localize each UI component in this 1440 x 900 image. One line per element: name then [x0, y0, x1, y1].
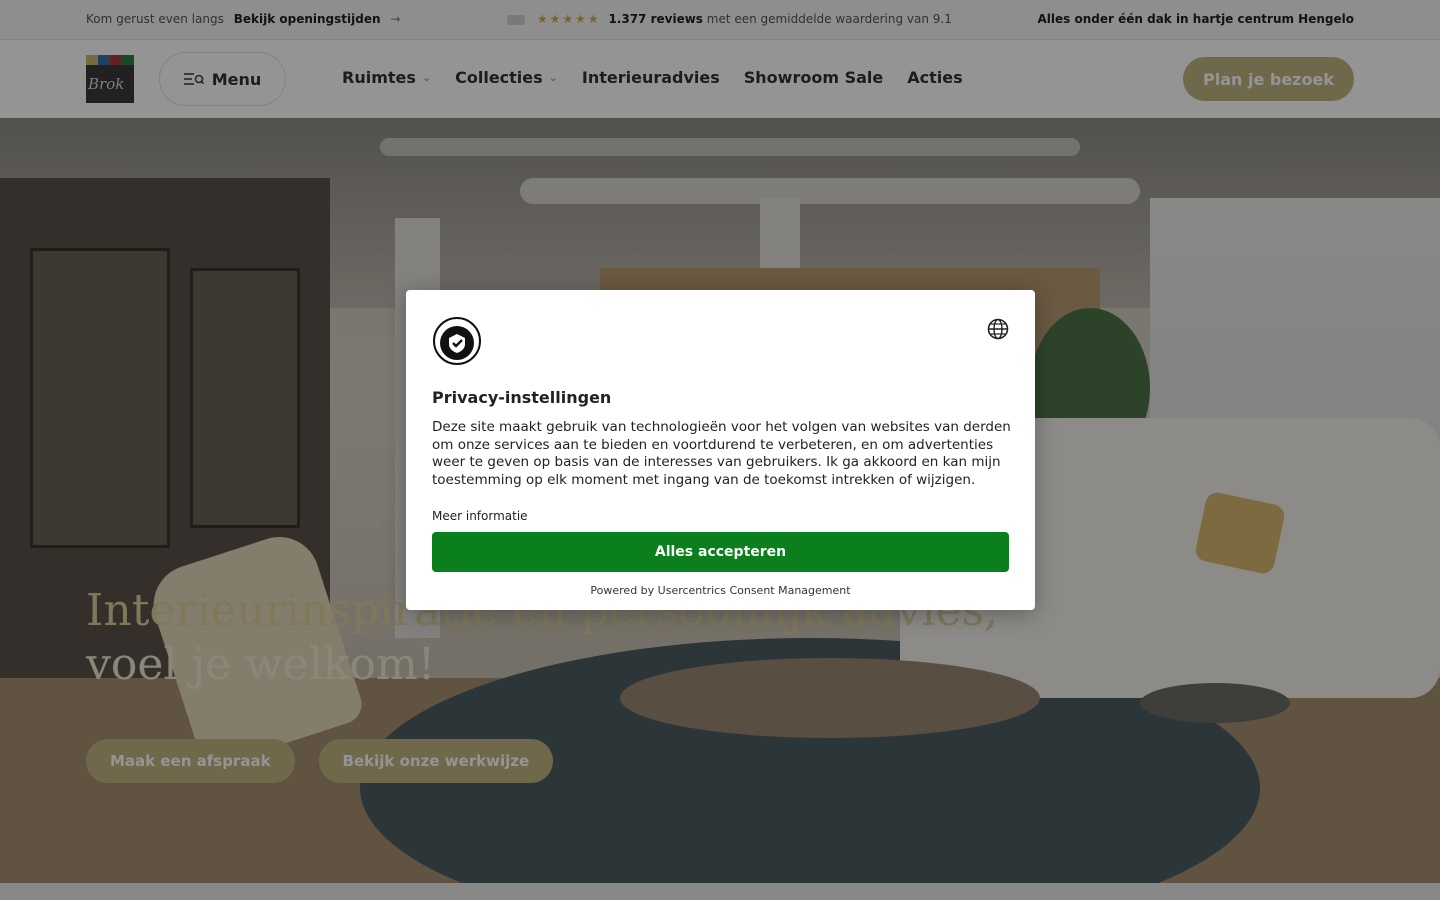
- powered-by-text: Powered by Usercentrics Consent Manageme…: [590, 584, 851, 597]
- accept-all-button[interactable]: Alles accepteren: [432, 532, 1009, 572]
- language-globe-icon[interactable]: [987, 318, 1009, 340]
- consent-body: Deze site maakt gebruik van technologieë…: [432, 419, 1011, 488]
- more-info-link[interactable]: Meer informatie: [432, 509, 528, 523]
- privacy-consent-dialog: Privacy-instellingen Deze site maakt geb…: [406, 290, 1035, 610]
- consent-title: Privacy-instellingen: [432, 388, 612, 407]
- privacy-shield-badge-icon: [433, 317, 481, 365]
